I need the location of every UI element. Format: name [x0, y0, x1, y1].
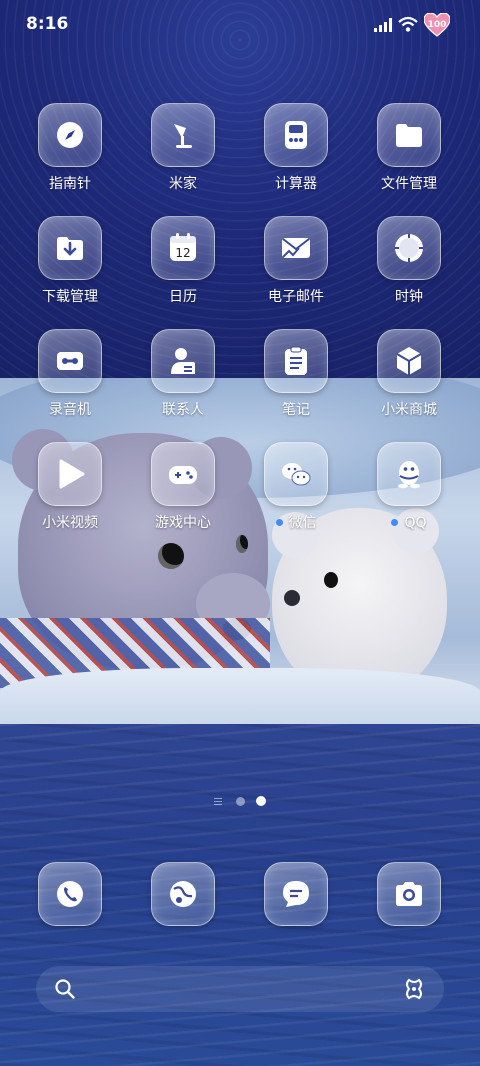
dock-camera[interactable] — [377, 862, 441, 926]
search-bar[interactable] — [36, 966, 444, 1012]
app-label: 游戏中心 — [155, 515, 211, 531]
calendar-day: 12 — [175, 246, 190, 260]
app-label: 米家 — [169, 176, 197, 192]
app-label: 录音机 — [49, 402, 91, 418]
battery-level: 100 — [427, 20, 447, 30]
app-wechat[interactable]: 微信 — [246, 442, 346, 542]
compass-icon — [53, 118, 87, 152]
page-dot[interactable] — [236, 797, 245, 806]
mijia-lamp-icon — [166, 118, 200, 152]
page-dot-active[interactable] — [256, 796, 266, 806]
app-label: QQ — [404, 515, 427, 531]
clock-icon — [392, 231, 426, 265]
app-download-manager[interactable]: 下载管理 — [20, 216, 120, 316]
app-qq[interactable]: QQ — [359, 442, 459, 542]
dock-browser[interactable] — [151, 862, 215, 926]
wallpaper-teddy-bears-photo — [0, 378, 480, 724]
app-mi-store[interactable]: 小米商城 — [359, 329, 459, 429]
app-label: 下载管理 — [42, 289, 98, 305]
app-calendar[interactable]: 12 日历 — [133, 216, 233, 316]
app-mijia[interactable]: 米家 — [133, 103, 233, 203]
signal-icon — [374, 18, 392, 32]
calendar-icon: 12 — [166, 231, 200, 265]
app-recorder[interactable]: 录音机 — [20, 329, 120, 429]
scan-icon[interactable] — [402, 977, 426, 1001]
app-label-with-notification: QQ — [359, 514, 459, 532]
recorder-icon — [53, 344, 87, 378]
app-notes[interactable]: 笔记 — [246, 329, 346, 429]
app-label: 联系人 — [162, 402, 204, 418]
notes-icon — [279, 344, 313, 378]
camera-icon — [392, 877, 426, 911]
download-icon — [53, 231, 87, 265]
dock-phone[interactable] — [38, 862, 102, 926]
mi-store-icon — [392, 344, 426, 378]
app-compass[interactable]: 指南针 — [20, 103, 120, 203]
phone-icon — [53, 877, 87, 911]
app-label-with-notification: 微信 — [246, 514, 346, 532]
dock-messages[interactable] — [264, 862, 328, 926]
app-mi-video[interactable]: 小米视频 — [20, 442, 120, 542]
app-label: 笔记 — [282, 402, 310, 418]
qq-penguin-icon — [392, 457, 426, 491]
app-label: 小米视频 — [42, 515, 98, 531]
app-calculator[interactable]: 计算器 — [246, 103, 346, 203]
video-play-icon — [53, 457, 87, 491]
app-game-center[interactable]: 游戏中心 — [133, 442, 233, 542]
app-label: 指南针 — [49, 176, 91, 192]
app-clock[interactable]: 时钟 — [359, 216, 459, 316]
notification-dot — [391, 518, 399, 526]
contacts-icon — [166, 344, 200, 378]
app-label: 小米商城 — [381, 402, 437, 418]
app-label: 文件管理 — [381, 176, 437, 192]
notification-dot — [275, 518, 283, 526]
minus-one-screen-icon[interactable] — [214, 798, 222, 805]
gamepad-icon — [166, 457, 200, 491]
app-label: 日历 — [169, 289, 197, 305]
browser-icon — [166, 877, 200, 911]
battery-heart-icon: 100 — [424, 13, 450, 37]
calculator-icon — [279, 118, 313, 152]
app-label: 电子邮件 — [268, 289, 324, 305]
status-time: 8:16 — [26, 14, 69, 34]
app-label: 时钟 — [395, 289, 423, 305]
wechat-icon — [279, 457, 313, 491]
app-file-manager[interactable]: 文件管理 — [359, 103, 459, 203]
app-label: 计算器 — [275, 176, 317, 192]
app-label: 微信 — [288, 515, 317, 531]
app-contacts[interactable]: 联系人 — [133, 329, 233, 429]
app-email[interactable]: 电子邮件 — [246, 216, 346, 316]
status-bar: 8:16 100 — [0, 0, 480, 50]
search-icon[interactable] — [54, 978, 76, 1000]
wifi-icon — [398, 16, 418, 32]
messages-icon — [279, 877, 313, 911]
email-icon — [279, 231, 313, 265]
wallpaper-snow — [0, 668, 480, 724]
folder-icon — [392, 118, 426, 152]
page-indicator[interactable] — [214, 796, 274, 808]
